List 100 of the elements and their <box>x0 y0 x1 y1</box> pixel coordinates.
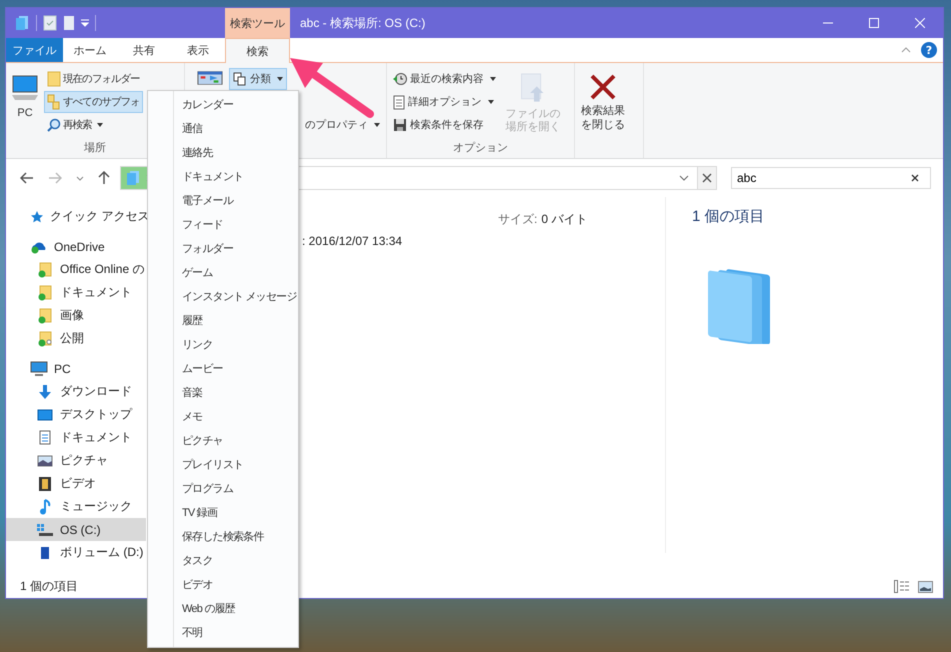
detail-value: : 2016/12/07 13:34 <box>302 234 402 248</box>
menu-item[interactable]: リンク <box>148 332 298 356</box>
menu-item[interactable]: インスタント メッセージ <box>148 284 298 308</box>
file-tab[interactable]: ファイル <box>6 38 63 62</box>
nav-item[interactable]: ダウンロード <box>6 380 146 403</box>
caret-icon <box>490 77 496 81</box>
menu-item[interactable]: ピクチャ <box>148 428 298 452</box>
clear-icon[interactable] <box>911 174 919 182</box>
cloud-icon <box>30 240 48 254</box>
monitor-icon <box>30 361 48 376</box>
customize-caret-icon[interactable] <box>81 19 89 27</box>
details-view-icon[interactable] <box>894 580 910 593</box>
contextual-tab-label: 検索ツール <box>225 8 290 38</box>
menu-item[interactable]: メモ <box>148 404 298 428</box>
detail-label: サイズ: <box>498 211 538 228</box>
caret-icon <box>488 100 494 104</box>
menu-item[interactable]: プレイリスト <box>148 452 298 476</box>
nav-item[interactable]: ドキュメント <box>6 281 146 304</box>
star-icon <box>30 210 44 224</box>
close-icon <box>702 173 712 183</box>
shared-folder-icon <box>37 330 53 346</box>
clock-icon <box>393 72 407 86</box>
ribbon-button[interactable]: 検索条件を保存 <box>389 114 488 136</box>
nav-item[interactable]: 公開 <box>6 327 146 350</box>
nav-item[interactable]: デスクトップ <box>6 403 146 426</box>
cards-icon <box>233 72 247 86</box>
menu-item[interactable]: 連絡先 <box>148 140 298 164</box>
drive-icon <box>36 522 54 536</box>
nav-item[interactable]: ビデオ <box>6 472 146 495</box>
menu-item[interactable]: フォルダー <box>148 236 298 260</box>
large-icons-view-icon[interactable] <box>918 580 933 592</box>
menu-item[interactable]: 履歴 <box>148 308 298 332</box>
group-label: オプション <box>452 140 509 156</box>
menu-item[interactable]: ゲーム <box>148 260 298 284</box>
nav-item[interactable]: ミュージック <box>6 495 146 518</box>
nav-item[interactable]: 画像 <box>6 304 146 327</box>
menu-item[interactable]: ビデオ <box>148 572 298 596</box>
nav-item[interactable]: Office Online の <box>6 258 146 281</box>
document-arrow-icon <box>520 73 546 104</box>
help-button[interactable]: ? <box>921 42 937 58</box>
menu-item[interactable]: フィード <box>148 212 298 236</box>
synced-folder-icon <box>37 308 53 324</box>
menu-item[interactable]: TV 録画 <box>148 500 298 524</box>
preview-heading: 1 個の項目 <box>692 207 766 226</box>
back-arrow-icon[interactable] <box>20 172 34 184</box>
checked-document-icon[interactable] <box>43 15 57 31</box>
chevron-down-icon[interactable] <box>679 175 689 181</box>
maximize-icon <box>869 18 879 28</box>
pc-button[interactable]: PC <box>8 68 42 140</box>
ribbon-button[interactable]: 最近の検索内容 <box>389 68 500 90</box>
collapse-ribbon-icon[interactable] <box>901 47 911 53</box>
ribbon-button[interactable]: 再検索 <box>44 114 106 136</box>
close-search-button[interactable]: 検索結果 を閉じる <box>577 68 629 140</box>
close-icon <box>589 73 617 101</box>
item-count: 1 個の項目 <box>20 578 78 595</box>
group-label: 場所 <box>83 141 107 156</box>
menu-item[interactable]: ムービー <box>148 356 298 380</box>
search-field[interactable]: abc <box>731 167 931 189</box>
folders-icon <box>47 94 61 110</box>
computer-icon <box>10 73 40 103</box>
menu-item[interactable]: カレンダー <box>148 92 298 116</box>
detail-value: 0 バイト <box>541 211 588 228</box>
search-icon <box>47 118 61 132</box>
caret-icon <box>96 123 103 127</box>
ribbon-tab[interactable]: 検索 <box>225 38 290 63</box>
nav-item[interactable]: ドキュメント <box>6 426 146 449</box>
window-title: abc - 検索場所: OS (C:) <box>300 14 426 32</box>
menu-item[interactable]: 不明 <box>148 620 298 644</box>
menu-item[interactable]: Web の履歴 <box>148 596 298 620</box>
menu-item[interactable]: 電子メール <box>148 188 298 212</box>
ribbon-button[interactable]: 詳細オプション <box>389 91 498 113</box>
ribbon-button[interactable]: 分類 <box>229 68 287 90</box>
nav-item[interactable]: OS (C:) <box>6 518 146 541</box>
nav-item[interactable]: ボリューム (D:) <box>6 541 146 564</box>
ribbon-button[interactable]: 現在のフォルダー <box>44 68 143 90</box>
chevron-down-icon[interactable] <box>76 176 84 180</box>
nav-item[interactable]: クイック アクセス <box>6 205 146 228</box>
document-icon <box>39 430 51 445</box>
nav-item[interactable]: ピクチャ <box>6 449 146 472</box>
synced-folder-icon <box>37 284 53 300</box>
synced-folder-icon <box>37 262 53 278</box>
down-arrow-icon <box>37 384 53 400</box>
ribbon-button[interactable]: のプロパティ <box>301 114 384 136</box>
up-arrow-icon[interactable] <box>98 171 110 185</box>
menu-item[interactable]: 音楽 <box>148 380 298 404</box>
menu-item[interactable]: ドキュメント <box>148 164 298 188</box>
nav-item[interactable]: OneDrive <box>6 235 146 258</box>
ribbon-button[interactable]: すべてのサブフォ <box>44 91 143 113</box>
menu-item[interactable]: タスク <box>148 548 298 572</box>
film-icon <box>38 476 52 492</box>
new-document-icon[interactable] <box>63 15 75 31</box>
music-note-icon <box>39 498 51 514</box>
menu-item[interactable]: 通信 <box>148 116 298 140</box>
nav-item[interactable]: PC <box>6 357 146 380</box>
menu-item[interactable]: プログラム <box>148 476 298 500</box>
close-icon <box>915 18 925 28</box>
menu-item[interactable]: 保存した検索条件 <box>148 524 298 548</box>
document-icon <box>393 94 405 110</box>
folder-stack-icon <box>125 171 141 185</box>
cancel-button[interactable] <box>697 166 717 190</box>
